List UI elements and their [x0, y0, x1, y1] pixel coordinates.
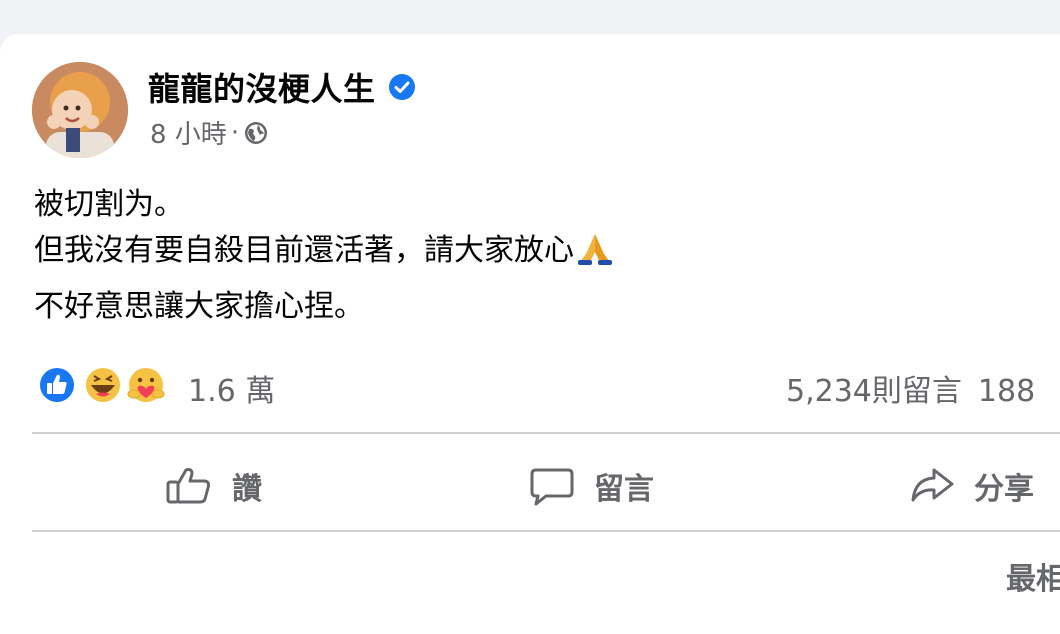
post-card: 龍龍的沒梗人生 8 小時 · 被切割为。 但我沒有要自殺目前還活著，請大家放心 …: [0, 34, 1060, 634]
author-avatar[interactable]: [32, 62, 128, 158]
post-timestamp[interactable]: 8 小時: [150, 114, 227, 151]
comments-count[interactable]: 5,234則留言: [786, 374, 962, 409]
post-body-line: 不好意思讓大家擔心捏。: [34, 289, 364, 324]
folded-hands-emoji-icon: [578, 234, 612, 265]
meta-separator: ·: [230, 117, 240, 148]
like-label: 讚: [232, 472, 262, 507]
thumbs-up-icon: [166, 468, 210, 504]
engagement-counts: 5,234則留言 188: [786, 366, 1035, 410]
care-icon: [127, 366, 165, 404]
share-arrow-icon: [911, 468, 954, 502]
comment-bubble-icon: [530, 468, 574, 506]
post-body-line: 但我沒有要自殺目前還活著，請大家放心: [34, 233, 574, 268]
post-actions: 讚 留言 分享: [0, 456, 1060, 516]
like-button[interactable]: 讚: [164, 456, 262, 516]
share-button[interactable]: 分享: [908, 456, 1034, 516]
reaction-count[interactable]: 1.6 萬: [188, 366, 275, 410]
divider: [32, 530, 1060, 532]
post-meta: 8 小時 ·: [150, 114, 269, 151]
globe-icon[interactable]: [243, 120, 269, 146]
verified-badge-icon: [388, 74, 415, 100]
comment-button[interactable]: 留言: [528, 456, 654, 516]
shares-count[interactable]: 188: [978, 374, 1035, 409]
share-label: 分享: [974, 472, 1034, 507]
like-icon: [38, 366, 76, 404]
haha-icon: [84, 366, 122, 404]
post-body: 被切割为。 但我沒有要自殺目前還活著，請大家放心 不好意思讓大家擔心捏。: [34, 182, 614, 330]
reactions-summary: 1.6 萬 5,234則留言 188: [36, 364, 1060, 409]
reaction-icons[interactable]: [36, 364, 176, 406]
author-row: 龍龍的沒梗人生: [148, 64, 416, 110]
author-name[interactable]: 龍龍的沒梗人生: [148, 64, 376, 110]
comment-sort-dropdown[interactable]: 最相: [1006, 554, 1060, 598]
divider: [32, 432, 1060, 434]
post-body-line: 被切割为。: [34, 187, 184, 222]
comment-label: 留言: [594, 472, 654, 507]
post-body-line-with-emoji: 但我沒有要自殺目前還活著，請大家放心: [34, 228, 614, 274]
